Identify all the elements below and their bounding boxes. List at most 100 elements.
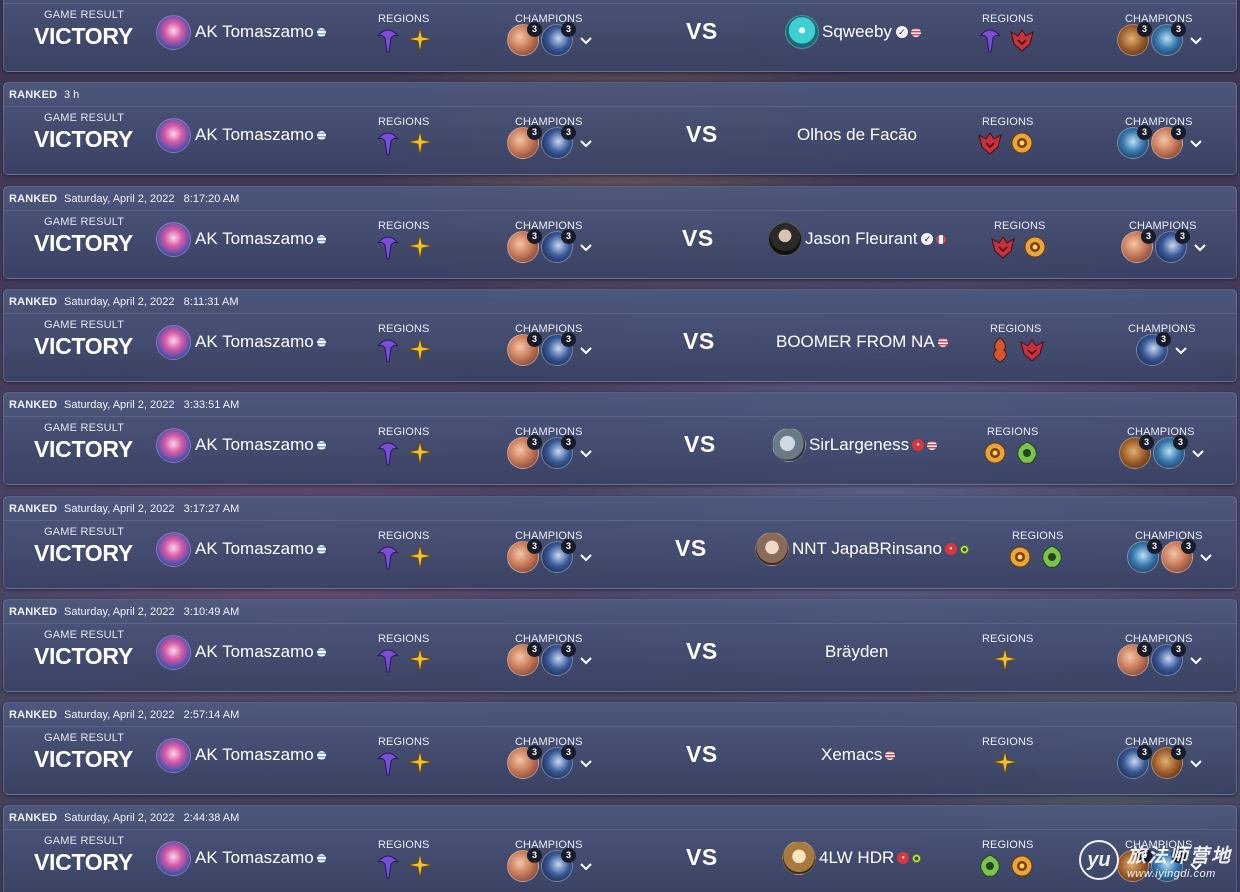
chevron-down-icon[interactable]	[1188, 652, 1204, 668]
opponent-info[interactable]: Jason Fleurant ✓	[768, 221, 947, 257]
my-champion-icon[interactable]: 3	[507, 125, 542, 159]
my-champion-icon[interactable]: 3	[507, 229, 542, 263]
opponent-name[interactable]: Xemacs	[821, 745, 882, 765]
my-champion-icon[interactable]: 3	[507, 22, 542, 56]
opp-champion-icon[interactable]: 3	[1151, 642, 1186, 676]
player-info[interactable]: AK Tomaszamo	[156, 14, 326, 50]
chevron-down-icon[interactable]	[1190, 445, 1206, 461]
opp-champion-icon[interactable]: 3	[1117, 125, 1152, 159]
my-champion-icon[interactable]: 3	[507, 435, 542, 469]
opponent-info[interactable]: 4LW HDR •	[782, 840, 922, 876]
chevron-down-icon[interactable]	[1198, 549, 1214, 565]
match-header: RANKED Saturday, April 2, 2022 8:17:20 A…	[4, 187, 1236, 211]
match-mode: RANKED	[9, 812, 58, 824]
opp-champion-icon[interactable]: 3	[1136, 332, 1171, 366]
chevron-down-icon[interactable]	[578, 342, 594, 358]
game-result-label: GAME RESULT	[44, 422, 125, 434]
opp-champion-icon[interactable]: 3	[1153, 435, 1188, 469]
usa-flag-icon	[885, 750, 896, 760]
my-champion-icon[interactable]: 3	[541, 435, 576, 469]
my-champion-icon[interactable]: 3	[541, 642, 576, 676]
player-info[interactable]: AK Tomaszamo	[156, 117, 326, 153]
opponent-info[interactable]: NNT JapaBRinsano •	[755, 531, 969, 567]
match-card[interactable]: RANKED 3 h GAME RESULT VICTORY AK Tomasz…	[3, 82, 1237, 175]
chevron-down-icon[interactable]	[1173, 342, 1189, 358]
opp-champion-icon[interactable]: 3	[1151, 22, 1186, 56]
my-champion-icon[interactable]: 3	[541, 22, 576, 56]
chevron-down-icon[interactable]	[578, 32, 594, 48]
opponent-name[interactable]: Bräyden	[825, 642, 888, 662]
chevron-down-icon[interactable]	[1192, 239, 1208, 255]
opponent-name[interactable]: NNT JapaBRinsano	[792, 539, 942, 559]
opponent-name[interactable]: Olhos de Facão	[797, 125, 917, 145]
my-champion-icon[interactable]: 3	[541, 125, 576, 159]
opp-champion-icon[interactable]: 3	[1155, 229, 1190, 263]
opp-regions	[976, 26, 1036, 56]
match-card[interactable]: RANKED Saturday, April 2, 2022 2:44:38 A…	[3, 805, 1237, 892]
player-info[interactable]: AK Tomaszamo	[156, 427, 326, 463]
opponent-info[interactable]: BOOMER FROM NA	[773, 324, 948, 360]
match-card[interactable]: RANKED Saturday, April 2, 2022 8:17:20 A…	[3, 186, 1237, 279]
my-champion-icon[interactable]: 3	[507, 332, 542, 366]
player-info[interactable]: AK Tomaszamo	[156, 531, 326, 567]
chevron-down-icon[interactable]	[578, 858, 594, 874]
opponent-name[interactable]: 4LW HDR	[819, 848, 894, 868]
opponent-info[interactable]: SirLargeness •	[772, 427, 938, 463]
my-champion-icon[interactable]: 3	[507, 642, 542, 676]
opponent-name[interactable]: Jason Fleurant	[805, 229, 917, 249]
match-card[interactable]: RANKED Saturday, April 2, 2022 3:17:27 A…	[3, 496, 1237, 589]
match-card[interactable]: RANKED Saturday, April 2, 2022 2:57:14 A…	[3, 702, 1237, 795]
opponent-name[interactable]: SirLargeness	[809, 435, 909, 455]
player-avatar	[156, 427, 191, 463]
chevron-down-icon[interactable]	[1188, 135, 1204, 151]
opponent-info[interactable]: Sqweeby ✓	[785, 14, 921, 50]
my-champion-icon[interactable]: 3	[507, 848, 542, 882]
my-champion-icon[interactable]: 3	[541, 745, 576, 779]
void-region-icon	[377, 442, 399, 466]
chevron-down-icon[interactable]	[578, 135, 594, 151]
my-regions	[374, 336, 434, 366]
match-card[interactable]: RANKED Saturday, April 2, 2022 8:11:31 A…	[3, 289, 1237, 382]
chevron-down-icon[interactable]	[578, 445, 594, 461]
opponent-info[interactable]: Olhos de Facão	[794, 117, 917, 153]
shurima-region-icon	[1024, 236, 1046, 258]
opp-champion-icon[interactable]: 3	[1121, 229, 1156, 263]
opponent-info[interactable]: Bräyden	[822, 634, 888, 670]
opponent-name[interactable]: Sqweeby	[822, 22, 892, 42]
player-info[interactable]: AK Tomaszamo	[156, 221, 326, 257]
chevron-down-icon[interactable]	[578, 239, 594, 255]
chevron-down-icon[interactable]	[578, 755, 594, 771]
chevron-down-icon[interactable]	[578, 652, 594, 668]
my-champion-icon[interactable]: 3	[507, 745, 542, 779]
opp-champion-icon[interactable]: 3	[1117, 22, 1152, 56]
targon-region-icon	[992, 750, 1018, 776]
my-champion-icon[interactable]: 3	[507, 539, 542, 573]
opponent-name[interactable]: BOOMER FROM NA	[776, 332, 935, 352]
chevron-down-icon[interactable]	[578, 549, 594, 565]
player-info[interactable]: AK Tomaszamo	[156, 840, 326, 876]
player-name: AK Tomaszamo	[195, 435, 314, 454]
player-info[interactable]: AK Tomaszamo	[156, 737, 326, 773]
match-card[interactable]: RANKED Saturday, April 2, 2022 3:10:49 A…	[3, 599, 1237, 692]
match-time: Saturday, April 2, 2022 3:33:51 AM	[64, 399, 240, 411]
opponent-info[interactable]: Xemacs	[818, 737, 896, 773]
my-champion-icon[interactable]: 3	[541, 539, 576, 573]
opp-champion-icon[interactable]: 3	[1117, 745, 1152, 779]
opp-champion-icon[interactable]: 3	[1117, 642, 1152, 676]
player-info[interactable]: AK Tomaszamo	[156, 324, 326, 360]
player-info[interactable]: AK Tomaszamo	[156, 634, 326, 670]
my-champion-icon[interactable]: 3	[541, 848, 576, 882]
opp-champion-icon[interactable]: 3	[1127, 539, 1162, 573]
game-result-value: VICTORY	[34, 126, 133, 152]
opp-champion-icon[interactable]: 3	[1161, 539, 1196, 573]
game-result-label: GAME RESULT	[44, 319, 125, 331]
opp-champion-icon[interactable]: 3	[1151, 745, 1186, 779]
my-champion-icon[interactable]: 3	[541, 229, 576, 263]
opp-champion-icon[interactable]: 3	[1151, 125, 1186, 159]
my-champion-icon[interactable]: 3	[541, 332, 576, 366]
match-card[interactable]: RANKED Saturday, April 2, 2022 3:33:51 A…	[3, 392, 1237, 485]
opp-champion-icon[interactable]: 3	[1119, 435, 1154, 469]
chevron-down-icon[interactable]	[1188, 32, 1204, 48]
chevron-down-icon[interactable]	[1188, 755, 1204, 771]
match-card[interactable]: RANKED 3 h GAME RESULT VICTORY AK Tomasz…	[3, 0, 1237, 72]
